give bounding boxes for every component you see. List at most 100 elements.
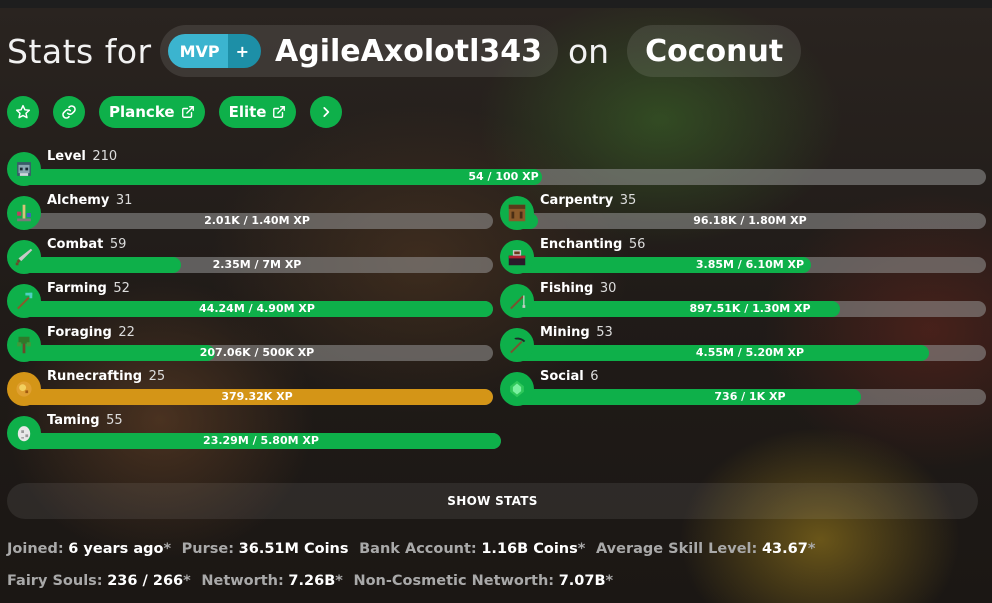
skill-xp: 3.85M / 6.10M XP [695,258,805,271]
skill-runecrafting: Runecrafting 25 379.32K XP [7,369,493,407]
top-bar [0,0,992,8]
profile-info-row-2: Fairy Souls: 236 / 266* Networth: 7.26B*… [7,573,619,589]
skill-xp: 207.06K / 500K XP [199,346,315,359]
level-xp: 54 / 100 XP [468,170,539,183]
skill-foraging: Foraging 22 207.06K / 500K XP [7,325,493,363]
info-star: * [807,541,816,557]
skill-taming: Taming 55 23.29M / 5.80M XP [7,413,501,451]
skill-progress-bar: 4.55M / 5.20M XP [514,345,986,361]
info-star: * [163,541,172,557]
favorite-button[interactable] [7,96,39,128]
external-link-icon [273,106,286,118]
more-links-button[interactable] [310,96,343,128]
skill-name: Carpentry [540,193,614,208]
skill-label: Alchemy 31 [47,193,132,208]
skill-xp: 897.51K / 1.30M XP [689,302,811,315]
info-fairy-souls[interactable]: Fairy Souls: 236 / 266* [7,573,191,589]
skill-level: 6 [590,369,599,384]
info-networth[interactable]: Networth: 7.26B* [201,573,343,589]
skill-xp: 96.18K / 1.80M XP [693,214,807,227]
skill-label: Runecrafting 25 [47,369,165,384]
info-non-cosmetic-networth[interactable]: Non-Cosmetic Networth: 7.07B* [353,573,613,589]
profile-info-row-1: Joined: 6 years ago* Purse: 36.51M Coins… [7,541,821,557]
skill-fishing: Fishing 30 897.51K / 1.30M XP [500,281,986,319]
stats-for-label: Stats for [7,31,152,71]
rank-plus-label: + [227,34,262,68]
skill-xp: 44.24M / 4.90M XP [199,302,315,315]
skill-label: Mining 53 [540,325,613,340]
skill-level: 31 [115,193,133,208]
skill-level: 52 [113,281,130,296]
skill-mining: Mining 53 4.55M / 5.20M XP [500,325,986,363]
action-buttons: Plancke Elite [7,96,356,128]
skill-label: Combat 59 [47,237,126,252]
chevron-right-icon [323,107,330,117]
skill-progress-bar: 44.24M / 4.90M XP [21,301,493,317]
skill-name: Runecrafting [47,369,143,384]
skill-level: 53 [596,325,613,340]
elite-link[interactable]: Elite [218,96,297,128]
skill-level: 55 [106,413,123,428]
info-key: Joined: [7,541,64,557]
skill-name: Taming [47,413,100,428]
skill-progress-bar: 207.06K / 500K XP [21,345,493,361]
skill-name: Mining [540,325,590,340]
skill-label: Carpentry 35 [540,193,636,208]
plancke-link[interactable]: Plancke [99,96,205,128]
elite-label: Elite [228,103,267,121]
external-link-icon [181,106,194,118]
info-value: 7.07B [558,573,606,589]
copy-link-button[interactable] [53,96,85,128]
player-pill[interactable]: MVP + AgileAxolotl343 [159,25,558,77]
skill-label: Fishing 30 [540,281,616,296]
info-value: 1.16B Coins [481,541,578,557]
show-stats-button[interactable]: SHOW STATS [7,483,978,519]
info-purse: Purse: 36.51M Coins [182,541,349,557]
info-joined: Joined: 6 years ago* [7,541,171,557]
skill-combat: Combat 59 2.35M / 7M XP [7,237,493,275]
link-icon [62,105,76,119]
skill-xp: 2.01K / 1.40M XP [204,214,310,227]
skill-name: Fishing [540,281,594,296]
info-value: 7.26B [288,573,336,589]
player-name: AgileAxolotl343 [275,33,542,69]
skill-name: Social [540,369,584,384]
profile-name: Coconut [645,33,784,69]
info-value: 36.51M Coins [238,541,349,557]
info-key: Average Skill Level: [595,541,758,557]
skill-name: Foraging [47,325,112,340]
skill-level: 59 [109,237,127,252]
skill-progress-bar: 2.01K / 1.40M XP [21,213,493,229]
skill-carpentry: Carpentry 35 96.18K / 1.80M XP [500,193,986,231]
skill-name: Enchanting [540,237,623,252]
skill-progress-bar: 3.85M / 6.10M XP [514,257,986,273]
skill-progress-bar: 2.35M / 7M XP [21,257,493,273]
plancke-label: Plancke [109,103,175,121]
info-bank[interactable]: Bank Account: 1.16B Coins* [359,541,585,557]
info-value: 6 years ago [68,541,164,557]
skill-label: Taming 55 [47,413,123,428]
info-key: Networth: [201,573,284,589]
skill-level: 56 [628,237,646,252]
skill-label: Social 6 [540,369,599,384]
info-key: Purse: [181,541,235,557]
skill-name: Combat [47,237,104,252]
skill-level: 25 [148,369,166,384]
info-star: * [183,573,191,589]
skill-xp: 23.29M / 5.80M XP [203,434,319,447]
info-key: Fairy Souls: [7,573,103,589]
info-key: Bank Account: [359,541,477,557]
level-progress-bar: 54 / 100 XP [21,169,986,185]
level-name: Level [47,149,86,164]
skill-label: Foraging 22 [47,325,135,340]
skill-enchanting: Enchanting 56 3.85M / 6.10M XP [500,237,986,275]
skill-farming: Farming 52 44.24M / 4.90M XP [7,281,493,319]
profile-switcher[interactable]: Coconut [627,25,802,77]
skill-social: Social 6 736 / 1K XP [500,369,986,407]
rank-badge: MVP + [167,34,262,68]
info-average-skill[interactable]: Average Skill Level: 43.67* [596,541,815,557]
skill-level: 35 [619,193,637,208]
skill-label: Enchanting 56 [540,237,645,252]
level-value: 210 [92,149,118,164]
info-key: Non-Cosmetic Networth: [353,573,555,589]
